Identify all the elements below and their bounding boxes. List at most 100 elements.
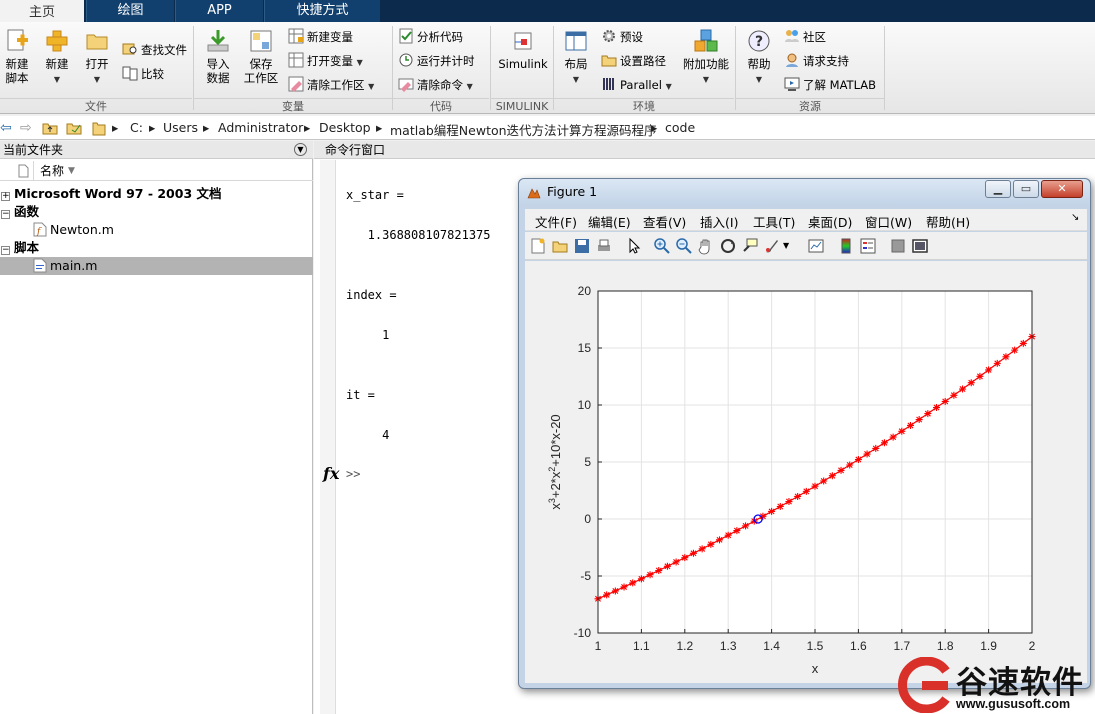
pan-hand-icon[interactable] (697, 237, 715, 255)
pointer-arrow-icon[interactable] (625, 237, 643, 255)
tree-group-scripts[interactable]: − 脚本 (0, 239, 313, 257)
learn-matlab-label: 了解 MATLAB (803, 78, 877, 92)
breadcrumb-item[interactable]: C: (130, 120, 143, 135)
community-button[interactable]: 社区 (784, 27, 826, 47)
figure-window[interactable]: Figure 1 ▁ ▭ ✕ 文件(F) 编辑(E) 查看(V) 插入(I) 工… (518, 178, 1091, 689)
legend-icon[interactable] (859, 237, 877, 255)
tab-apps[interactable]: APP (175, 0, 263, 22)
analyze-code-label: 分析代码 (417, 30, 463, 44)
menu-window[interactable]: 窗口(W) (865, 212, 912, 231)
browse-folder-icon[interactable] (66, 121, 82, 135)
back-arrow-icon[interactable]: ⇦ (0, 120, 12, 136)
brush-dropdown-icon[interactable]: ▼ (783, 237, 801, 255)
collapse-icon[interactable]: − (1, 246, 10, 255)
open-file-icon[interactable] (551, 237, 569, 255)
parallel-icon (603, 78, 614, 90)
zoom-in-icon[interactable] (653, 237, 671, 255)
import-data-button[interactable]: 导入 数据 (200, 28, 236, 85)
brush-icon[interactable] (763, 237, 781, 255)
group-label-environment: 环境 (554, 98, 734, 114)
clear-workspace-button[interactable]: 清除工作区 ▼ (288, 75, 374, 95)
menu-desktop[interactable]: 桌面(D) (808, 212, 852, 231)
list-item-file[interactable]: f Newton.m (0, 221, 313, 239)
name-column-header[interactable]: 名称 ▼ (0, 161, 313, 181)
tree-group-functions[interactable]: − 函数 (0, 203, 313, 221)
menu-tools[interactable]: 工具(T) (753, 212, 795, 231)
link-plot-icon[interactable] (807, 237, 825, 255)
menu-file[interactable]: 文件(F) (535, 212, 577, 231)
collapse-icon[interactable]: − (1, 210, 10, 219)
rotate-3d-icon[interactable] (719, 237, 737, 255)
open-variable-icon (288, 52, 304, 68)
analyze-code-button[interactable]: 分析代码 (398, 27, 463, 47)
breadcrumb-item[interactable]: Desktop (319, 120, 371, 135)
set-path-button[interactable]: 设置路径 (601, 51, 666, 71)
dock-arrow-icon[interactable]: ↘ (1071, 212, 1079, 223)
request-support-button[interactable]: 请求支持 (784, 51, 849, 71)
simulink-button[interactable]: Simulink (496, 28, 550, 71)
dropdown-arrow-icon: ▼ (93, 75, 101, 84)
help-button[interactable]: ? 帮助 ▼ (742, 28, 776, 87)
breadcrumb-item[interactable]: code (665, 120, 695, 135)
star-marker (629, 579, 637, 587)
menu-insert[interactable]: 插入(I) (700, 212, 738, 231)
compare-button[interactable]: 比较 (122, 64, 164, 84)
expand-icon[interactable]: + (1, 192, 10, 201)
list-item-file-selected[interactable]: main.m (0, 257, 313, 275)
minimize-button[interactable]: ▁ (985, 180, 1011, 198)
tree-group-word-docs[interactable]: + Microsoft Word 97 - 2003 文档 (0, 185, 313, 203)
breadcrumb-item[interactable]: Users (163, 120, 198, 135)
figure-titlebar[interactable]: Figure 1 ▁ ▭ ✕ (519, 179, 1090, 205)
menu-help[interactable]: 帮助(H) (926, 212, 970, 231)
function-browser-fx-icon[interactable]: fx (323, 464, 339, 483)
group-label-resources: 资源 (736, 98, 884, 114)
star-marker (820, 477, 828, 485)
hide-plot-tools-icon[interactable] (889, 237, 907, 255)
close-button[interactable]: ✕ (1041, 180, 1083, 198)
tab-plots[interactable]: 绘图 (86, 0, 174, 22)
layout-button[interactable]: 布局 ▼ (560, 28, 592, 87)
output-line: 4 (346, 428, 390, 442)
x-tick-label: 1.6 (850, 639, 867, 653)
preferences-button[interactable]: 预设 (601, 27, 643, 47)
up-folder-icon[interactable] (42, 121, 58, 135)
file-name: main.m (50, 258, 98, 273)
ribbon-tabbar: 主页 绘图 APP 快捷方式 (0, 0, 1095, 22)
star-marker (620, 583, 628, 591)
save-icon[interactable] (573, 237, 591, 255)
forward-arrow-icon[interactable]: ⇨ (20, 120, 32, 136)
community-label: 社区 (803, 30, 826, 44)
clear-commands-button[interactable]: 清除命令 ▼ (398, 75, 473, 95)
print-icon[interactable] (595, 237, 613, 255)
data-cursor-icon[interactable] (741, 237, 759, 255)
tab-shortcuts[interactable]: 快捷方式 (264, 0, 380, 22)
save-workspace-button[interactable]: 保存 工作区 (240, 28, 282, 85)
command-prompt[interactable]: >> (346, 467, 360, 481)
find-files-button[interactable]: 查找文件 (122, 40, 187, 60)
open-variable-button[interactable]: 打开变量 ▼ (288, 51, 363, 71)
parallel-button[interactable]: Parallel ▼ (601, 75, 672, 95)
new-button[interactable]: 新建 ▼ (40, 28, 74, 87)
run-and-time-button[interactable]: 运行并计时 (398, 51, 475, 71)
learn-matlab-button[interactable]: 了解 MATLAB (784, 75, 876, 95)
breadcrumb-item[interactable]: matlab编程Newton迭代方法计算方程源码程序 (390, 120, 657, 139)
new-variable-button[interactable]: 新建变量 (288, 27, 353, 47)
show-plot-tools-icon[interactable] (911, 237, 929, 255)
y-tick-label: 5 (584, 455, 591, 469)
tab-home[interactable]: 主页 (0, 0, 84, 22)
command-window-gutter (320, 160, 336, 714)
breadcrumb-item[interactable]: Administrator (218, 120, 303, 135)
menu-view[interactable]: 查看(V) (643, 212, 686, 231)
dropdown-arrow-icon: ▼ (702, 75, 710, 84)
menu-edit[interactable]: 编辑(E) (588, 212, 631, 231)
new-script-button[interactable]: 新建 脚本 (2, 28, 32, 85)
zoom-out-icon[interactable] (675, 237, 693, 255)
addons-cubes-icon (694, 29, 718, 52)
maximize-button[interactable]: ▭ (1013, 180, 1039, 198)
open-button[interactable]: 打开 ▼ (80, 28, 114, 87)
colorbar-icon[interactable] (837, 237, 855, 255)
new-figure-icon[interactable] (529, 237, 547, 255)
plot-axes[interactable]: 1 1.1 1.2 1.3 1.4 1.5 1.6 1.7 1.8 1.9 2 -10 -5 0 5 10 15… (525, 261, 1087, 683)
addons-button[interactable]: 附加功能 ▼ (682, 28, 730, 87)
panel-menu-icon[interactable]: ▼ (294, 143, 307, 156)
